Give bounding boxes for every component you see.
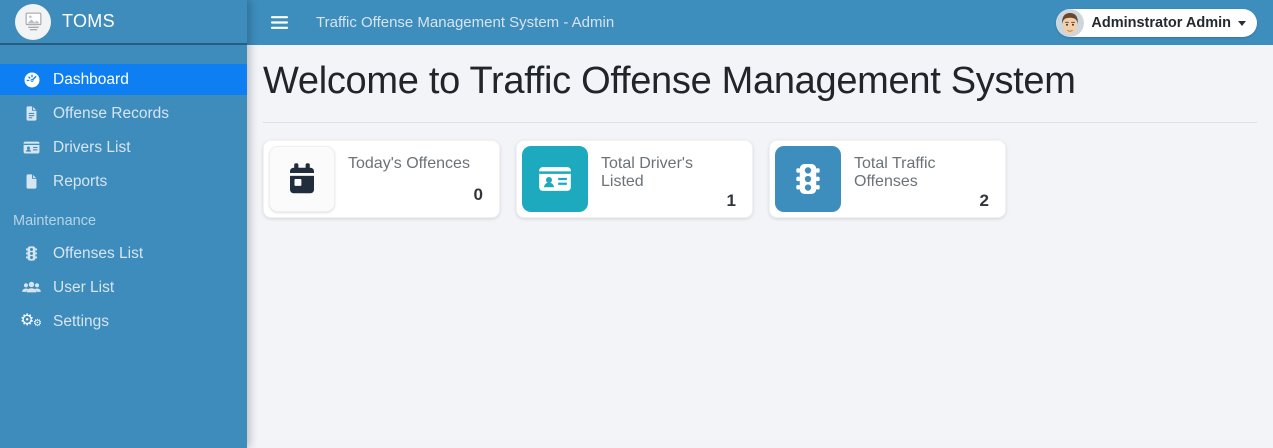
sidebar-item-label: Drivers List [53, 138, 131, 156]
tachometer-icon [21, 71, 42, 89]
sidebar-item-label: Offense Records [53, 104, 170, 122]
stat-card-body: Today's Offences 0 [335, 146, 494, 212]
id-card-icon [522, 146, 588, 213]
sidebar-item-reports[interactable]: Reports [0, 166, 247, 197]
traffic-light-icon [775, 146, 841, 213]
stat-card-title: Total Driver's Listed [601, 155, 693, 191]
user-name-label: Adminstrator Admin [1091, 15, 1231, 31]
stat-card-title: Today's Offences [348, 155, 470, 173]
sidebar-item-label: User List [53, 278, 115, 296]
sidebar-item-settings[interactable]: ⚙ ⚙ Settings [0, 306, 247, 337]
calendar-icon [269, 146, 335, 213]
broken-image-placeholder-icon [15, 3, 51, 40]
stat-card-value: 0 [473, 185, 483, 205]
traffic-light-icon [21, 245, 42, 262]
stat-card-value: 1 [726, 191, 736, 211]
sidebar-item-label: Reports [53, 172, 108, 190]
id-card-icon [21, 138, 42, 157]
stat-card-total-offenses: Total Traffic Offenses 2 [769, 140, 1006, 219]
caret-down-icon [1238, 20, 1246, 26]
users-icon [21, 278, 42, 297]
sidebar-item-user-list[interactable]: User List [0, 272, 247, 303]
sidebar-nav: Dashboard Offense Records Drivers List R… [0, 45, 247, 337]
sidebar-item-offense-records[interactable]: Offense Records [0, 98, 247, 129]
stat-card-body: Total Traffic Offenses 2 [841, 146, 1000, 212]
page-title: Welcome to Traffic Offense Management Sy… [263, 60, 1076, 102]
file-lines-icon [21, 105, 42, 122]
brand-title: TOMS [62, 11, 115, 31]
stat-card-todays-offences: Today's Offences 0 [263, 140, 500, 219]
sidebar-item-label: Dashboard [53, 70, 129, 88]
stat-cards-row: Today's Offences 0 Total Driver's Listed… [263, 140, 1257, 219]
brand-header[interactable]: TOMS [0, 0, 247, 45]
sidebar-section-maintenance: Maintenance [13, 213, 97, 229]
sidebar-item-label: Settings [53, 312, 110, 330]
stat-card-value: 2 [979, 191, 989, 211]
stat-card-title: Total Traffic Offenses [854, 155, 936, 191]
file-icon [21, 173, 42, 190]
topbar-title: Traffic Offense Management System - Admi… [316, 14, 615, 31]
sidebar-item-dashboard[interactable]: Dashboard [0, 64, 247, 95]
user-avatar [1056, 9, 1085, 37]
app-window: TOMS Dashboard Offense Records Drivers L… [0, 0, 1273, 448]
hamburger-menu-icon[interactable] [271, 15, 288, 30]
sidebar: TOMS Dashboard Offense Records Drivers L… [0, 0, 247, 448]
gears-icon: ⚙ ⚙ [20, 310, 42, 329]
sidebar-item-offenses-list[interactable]: Offenses List [0, 238, 247, 269]
topbar: Traffic Offense Management System - Admi… [247, 0, 1273, 45]
heading-divider [263, 122, 1257, 124]
stat-card-total-drivers: Total Driver's Listed 1 [516, 140, 753, 219]
user-menu-button[interactable]: Adminstrator Admin [1056, 9, 1257, 37]
sidebar-item-label: Offenses List [53, 244, 144, 262]
sidebar-item-drivers-list[interactable]: Drivers List [0, 132, 247, 163]
stat-card-body: Total Driver's Listed 1 [588, 146, 747, 212]
main-content: Welcome to Traffic Offense Management Sy… [247, 45, 1273, 448]
